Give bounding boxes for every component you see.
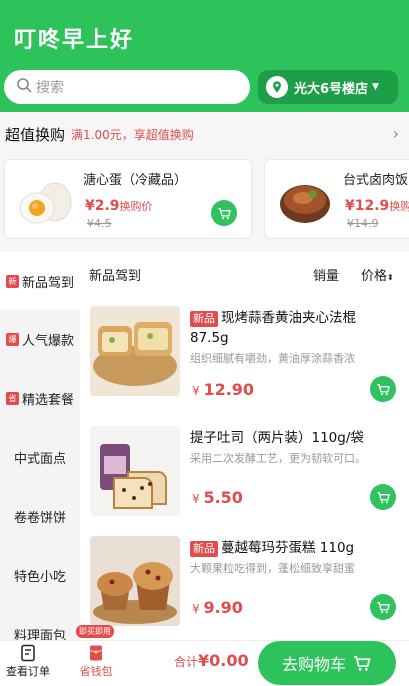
save-tag-icon: 省 [5, 391, 19, 405]
product-desc: 采用二次发酵工艺，更为韧软可口。 [190, 452, 366, 465]
product-price: ¥ 12.90 [192, 380, 255, 399]
sidebar-item-combo[interactable]: 省 精选套餐 [0, 369, 80, 427]
product-price: ¥ 5.50 [192, 488, 243, 507]
product-desc: 组织细腻有嚼劲，黄油厚涂蒜香浓 [190, 352, 355, 365]
go-to-cart-button[interactable]: 去购物车 [258, 641, 396, 685]
new-badge: 新品 [190, 311, 218, 327]
wallet-button[interactable]: 省钱包 [68, 641, 124, 686]
promo-old-price: ¥4.5 [87, 217, 112, 230]
bottom-bar: 查看订单 省钱包 合计¥0.00 去购物车 [0, 640, 409, 686]
swap-subtitle: 满1.00元，享超值换购 [71, 127, 194, 142]
product-price: ¥ 9.90 [192, 598, 243, 617]
sort-by-sales[interactable]: 销量 [313, 265, 339, 284]
sort-by-price[interactable]: 价格⬍ [361, 265, 394, 284]
product-desc: 大颗果粒吃得到，蓬松细致享甜蜜 [190, 562, 355, 575]
cart-total: 合计¥0.00 [174, 651, 249, 670]
add-to-cart-button[interactable] [370, 376, 396, 402]
product-item[interactable]: 新品 蔓越莓玛芬蛋糕 110g 大颗果粒吃得到，蓬松细致享甜蜜 ¥ 9.90 [80, 536, 409, 640]
add-to-cart-button[interactable] [211, 200, 237, 226]
hot-tag-icon: 爆 [5, 332, 19, 346]
product-item[interactable]: 新品 现烤蒜香黄油夹心法棍 87.5g 组织细腻有嚼劲，黄油厚涂蒜香浓 ¥ 12.… [80, 306, 409, 422]
sort-arrows-icon: ⬍ [387, 273, 394, 282]
promo-card[interactable]: 台式卤肉饭 ¥12.9换购价 ¥14.9 [264, 159, 409, 239]
promo-name: 溏心蛋（冷藏品） [83, 173, 188, 188]
caret-down-icon: ▼ [372, 82, 379, 92]
sidebar-item-label: 精选套餐 [21, 392, 74, 408]
add-to-cart-button[interactable] [370, 594, 396, 620]
product-title: 新品 现烤蒜香黄油夹心法棍 87.5g [190, 310, 356, 346]
list-category-title: 新品驾到 [89, 269, 142, 284]
sidebar-item-label: 中式面点 [13, 451, 66, 467]
product-image-egg [13, 170, 77, 230]
new-badge: 新品 [190, 541, 218, 557]
cart-icon [376, 383, 390, 395]
promo-price: ¥2.9换购价 [85, 198, 153, 214]
search-placeholder: 搜索 [36, 80, 64, 96]
promo-price: ¥12.9换购价 [345, 198, 409, 214]
product-list: 新品驾到 销量 价格⬍ 新品 现烤蒜香黄油夹心法棍 87.5g 组织细腻有嚼劲，黄… [80, 252, 409, 640]
promo-name: 台式卤肉饭 [343, 173, 409, 188]
add-to-cart-button[interactable] [370, 484, 396, 510]
app-header: 叮咚早上好 搜索 光大6号楼店 ▼ [0, 0, 409, 112]
sidebar-item-wraps[interactable]: 卷卷饼饼 [0, 487, 80, 545]
product-image-muffin [90, 536, 180, 626]
product-image-raisin-toast [90, 426, 180, 516]
promo-old-price: ¥14.9 [347, 217, 379, 230]
product-item[interactable]: 提子吐司（两片装）110g/袋 采用二次发酵工艺，更为韧软可口。 ¥ 5.50 [80, 426, 409, 542]
product-title: 提子吐司（两片装）110g/袋 [190, 430, 364, 446]
wallet-label: 省钱包 [79, 665, 113, 678]
view-orders-button[interactable]: 查看订单 [0, 641, 56, 686]
swap-title: 超值换购 [5, 125, 66, 144]
order-list-icon [21, 644, 35, 662]
promo-card[interactable]: 溏心蛋（冷藏品） ¥2.9换购价 ¥4.5 [4, 159, 252, 239]
promo-carousel: 溏心蛋（冷藏品） ¥2.9换购价 ¥4.5 台式卤肉饭 ¥12.9换购价 ¥14… [0, 148, 409, 252]
sidebar-item-label: 卷卷饼饼 [13, 510, 66, 526]
store-name: 光大6号楼店 [294, 81, 369, 97]
cart-icon [376, 601, 390, 613]
cart-icon [376, 491, 390, 503]
sidebar-item-label: 人气爆款 [21, 333, 74, 349]
search-input[interactable]: 搜索 [4, 70, 250, 104]
sidebar-item-label: 料理面包 [13, 628, 66, 641]
brand-logo: 叮咚早上好 [14, 28, 135, 53]
sidebar-item-new[interactable]: 新 新品驾到 [0, 252, 80, 310]
chevron-right-icon: › [392, 124, 399, 143]
sidebar-item-popular[interactable]: 爆 人气爆款 [0, 310, 80, 368]
new-tag-icon: 新 [5, 274, 19, 288]
sidebar-item-label: 特色小吃 [13, 569, 66, 585]
list-header: 新品驾到 销量 价格⬍ [80, 252, 409, 294]
orders-label: 查看订单 [6, 665, 50, 678]
sidebar-item-bread[interactable]: 料理面包 [0, 605, 80, 641]
sidebar-item-snacks[interactable]: 特色小吃 [0, 546, 80, 604]
wallet-badge: 即买即用 [76, 625, 114, 638]
checkout-label: 去购物车 [281, 655, 346, 674]
location-pin-icon [266, 76, 288, 98]
search-icon [16, 77, 32, 97]
store-selector[interactable]: 光大6号楼店 ▼ [258, 70, 398, 104]
product-title: 新品 蔓越莓玛芬蛋糕 110g [190, 538, 398, 558]
sidebar-item-label: 新品驾到 [21, 275, 74, 291]
product-image-braised-pork-rice [273, 170, 337, 230]
cart-icon [353, 655, 371, 671]
red-packet-icon [89, 645, 103, 661]
cart-icon [217, 207, 231, 219]
product-image-baguette [90, 306, 180, 396]
category-sidebar: 新 新品驾到 爆 人气爆款 省 精选套餐 中式面点 卷卷饼饼 特色小吃 料理面包 [0, 252, 80, 640]
sidebar-item-pastry[interactable]: 中式面点 [0, 428, 80, 486]
